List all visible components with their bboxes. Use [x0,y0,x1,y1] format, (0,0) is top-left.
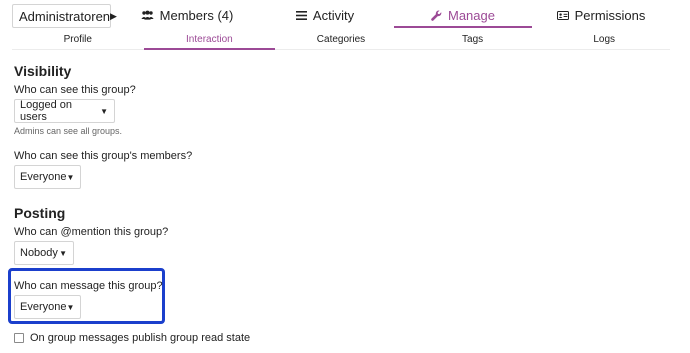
message-value: Everyone [20,301,67,313]
caret-down-icon: ▼ [59,248,67,258]
see-group-label: Who can see this group? [14,84,136,96]
wrench-icon [431,10,442,21]
tab-permissions[interactable]: Permissions [532,4,670,28]
group-nav-tabs: Members (4) Activity Manage Permissions [118,4,670,28]
see-group-dropdown[interactable]: Logged on users ▼ [14,99,115,123]
message-label: Who can message this group? [14,280,163,292]
tab-manage[interactable]: Manage [394,4,532,28]
manage-sub-tabs: Profile Interaction Categories Tags Logs [12,30,670,50]
mention-label: Who can @mention this group? [14,226,169,238]
list-icon [295,10,307,20]
users-icon [141,10,154,20]
tab-activity-label: Activity [312,7,355,23]
see-group-value: Logged on users [20,99,72,123]
id-card-icon [556,10,569,20]
mention-value: Nobody [20,247,58,259]
tab-activity[interactable]: Activity [256,4,394,28]
message-dropdown[interactable]: Everyone ▼ [14,295,81,319]
caret-down-icon: ▼ [66,302,75,312]
visibility-heading: Visibility [14,63,72,79]
read-state-label: On group messages publish group read sta… [30,332,251,344]
subtab-logs[interactable]: Logs [538,30,670,50]
subtab-profile[interactable]: Profile [12,30,144,50]
subtab-tags[interactable]: Tags [407,30,539,50]
see-members-dropdown[interactable]: Everyone ▼ [14,165,81,189]
tab-members-label: Members (4) [159,7,234,23]
see-members-label: Who can see this group's members? [14,150,193,162]
caret-down-icon: ▼ [66,172,75,182]
see-group-hint: Admins can see all groups. [14,126,123,136]
see-members-value: Everyone [20,171,67,183]
group-selector-label: Administratoren [19,8,111,24]
subtab-interaction[interactable]: Interaction [143,30,276,50]
mention-dropdown[interactable]: Nobody ▼ [14,241,74,265]
subtab-categories[interactable]: Categories [275,30,407,50]
read-state-checkbox[interactable] [14,333,24,343]
caret-right-icon: ▶ [110,10,117,21]
tab-members[interactable]: Members (4) [118,4,256,28]
caret-down-icon: ▼ [100,106,108,116]
read-state-option: On group messages publish group read sta… [14,332,250,344]
posting-heading: Posting [14,205,66,221]
tab-permissions-label: Permissions [574,7,646,23]
group-selector-button[interactable]: Administratoren ▶ [12,4,117,28]
tab-manage-label: Manage [448,7,495,23]
